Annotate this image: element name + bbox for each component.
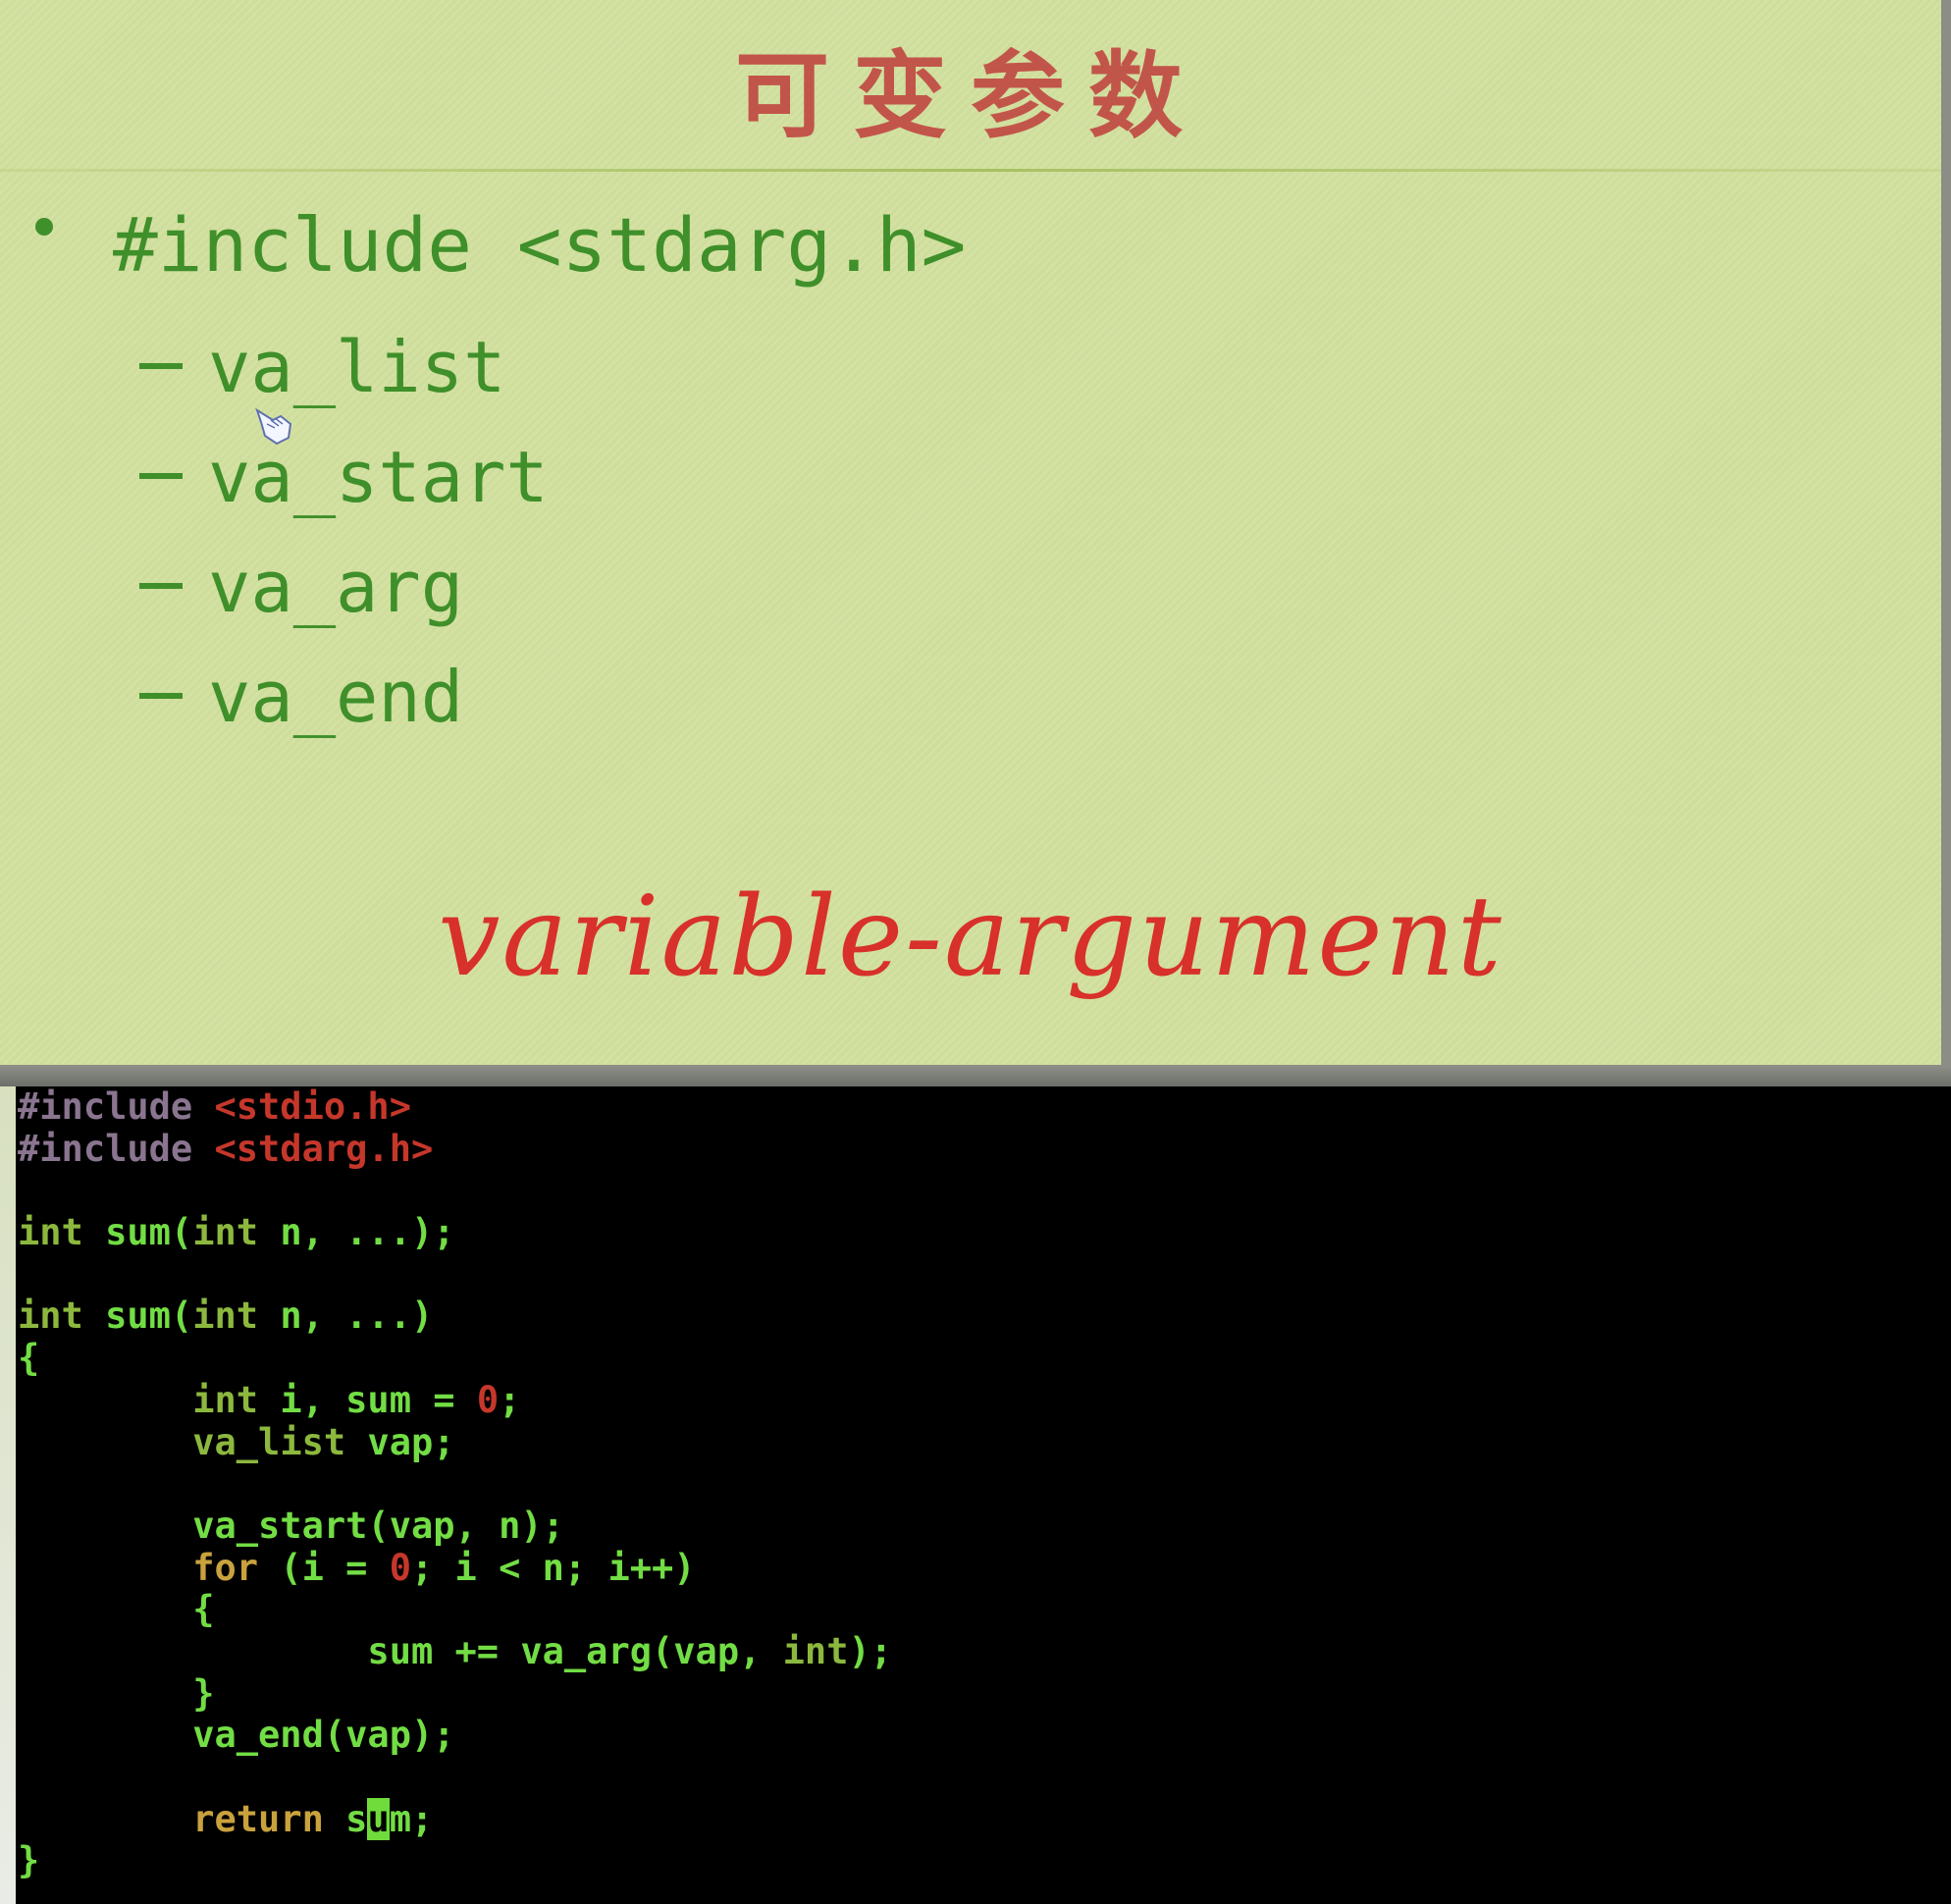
- code-token: i, sum =: [258, 1378, 477, 1421]
- sub-item-label: va_start: [208, 436, 549, 518]
- sub-item-va-start: va_start: [139, 436, 549, 518]
- code-token: }: [18, 1839, 40, 1882]
- text-cursor: u: [367, 1797, 390, 1840]
- code-token: ;: [499, 1378, 521, 1421]
- code-token: return: [192, 1797, 324, 1840]
- bullet-icon: [35, 218, 53, 236]
- sub-item-label: va_list: [208, 326, 506, 408]
- code-line: }: [18, 1840, 892, 1882]
- code-token: int: [192, 1378, 259, 1421]
- code-token: va_end(vap);: [18, 1714, 455, 1757]
- code-token: 0: [389, 1546, 411, 1589]
- dash-icon: [139, 583, 183, 590]
- code-line: #include <stdio.h>: [18, 1085, 892, 1129]
- code-line: int i, sum = 0;: [18, 1378, 892, 1422]
- handwritten-annotation: variable-argument: [438, 873, 1503, 1001]
- code-token: {: [18, 1337, 40, 1380]
- slide-panel: 可变参数 #include <stdarg.h> va_list va_star…: [0, 0, 1941, 1065]
- code-line: va_start(vap, n);: [18, 1504, 892, 1548]
- code-token: int: [782, 1629, 849, 1672]
- code-token: int: [192, 1211, 259, 1254]
- code-line: #include <stdarg.h>: [18, 1127, 892, 1171]
- hand-cursor-icon: [255, 407, 292, 446]
- code-line: return sum;: [18, 1797, 892, 1841]
- slide-title: 可变参数: [735, 40, 1206, 151]
- code-token: s: [323, 1797, 368, 1840]
- terminal-frame: [0, 1065, 1951, 1086]
- dash-icon: [139, 473, 183, 480]
- code-token: <stdio.h>: [214, 1085, 411, 1128]
- code-token: int: [18, 1211, 83, 1254]
- code-token: int: [192, 1295, 259, 1338]
- code-line: for (i = 0; i < n; i++): [18, 1546, 892, 1590]
- code-token: );: [848, 1629, 893, 1672]
- dash-icon: [139, 363, 183, 370]
- code-token: m;: [389, 1797, 434, 1840]
- code-token: va_start(vap, n);: [18, 1504, 564, 1547]
- code-line: {: [18, 1337, 892, 1380]
- code-token: vap;: [345, 1420, 455, 1463]
- sub-item-label: va_end: [208, 656, 464, 738]
- sub-item-va-arg: va_arg: [139, 546, 463, 628]
- code-token: for: [192, 1546, 259, 1589]
- terminal-editor[interactable]: #include <stdio.h> #include <stdarg.h> int…: [16, 1085, 1951, 1904]
- window-edge: [1941, 0, 1951, 1070]
- terminal-left-border: [0, 1086, 16, 1904]
- code-token: #include: [18, 1085, 215, 1128]
- code-line: sum += va_arg(vap, int);: [18, 1629, 893, 1673]
- code-token: sum(: [82, 1295, 193, 1338]
- code-line: va_list vap;: [18, 1420, 892, 1464]
- code-token: }: [18, 1671, 215, 1715]
- code-token: <stdarg.h>: [214, 1127, 434, 1170]
- code-view[interactable]: #include <stdio.h> #include <stdarg.h> int…: [18, 1085, 893, 1882]
- code-line: int sum(int n, ...);: [18, 1211, 892, 1254]
- code-line: va_end(vap);: [18, 1714, 892, 1757]
- sub-item-label: va_arg: [208, 546, 464, 628]
- code-token: 0: [476, 1378, 500, 1421]
- sub-item-va-list: va_list: [139, 326, 505, 408]
- code-token: n, ...): [258, 1295, 434, 1338]
- code-line: {: [18, 1588, 892, 1631]
- code-token: sum += va_arg(vap,: [18, 1629, 783, 1672]
- bullet-include: #include <stdarg.h>: [113, 201, 967, 289]
- code-token: (i =: [258, 1546, 390, 1589]
- title-divider: [0, 169, 1941, 172]
- code-line: int sum(int n, ...): [18, 1296, 892, 1338]
- code-token: sum(: [82, 1211, 193, 1254]
- code-token: int: [18, 1295, 83, 1338]
- sub-item-va-end: va_end: [139, 656, 463, 738]
- code-token: #include: [18, 1127, 215, 1170]
- dash-icon: [139, 693, 183, 700]
- code-line: }: [18, 1671, 892, 1716]
- code-token: {: [18, 1588, 215, 1631]
- code-token: va_list: [192, 1420, 346, 1463]
- code-token: n, ...);: [258, 1211, 455, 1254]
- code-token: ; i < n; i++): [410, 1546, 696, 1589]
